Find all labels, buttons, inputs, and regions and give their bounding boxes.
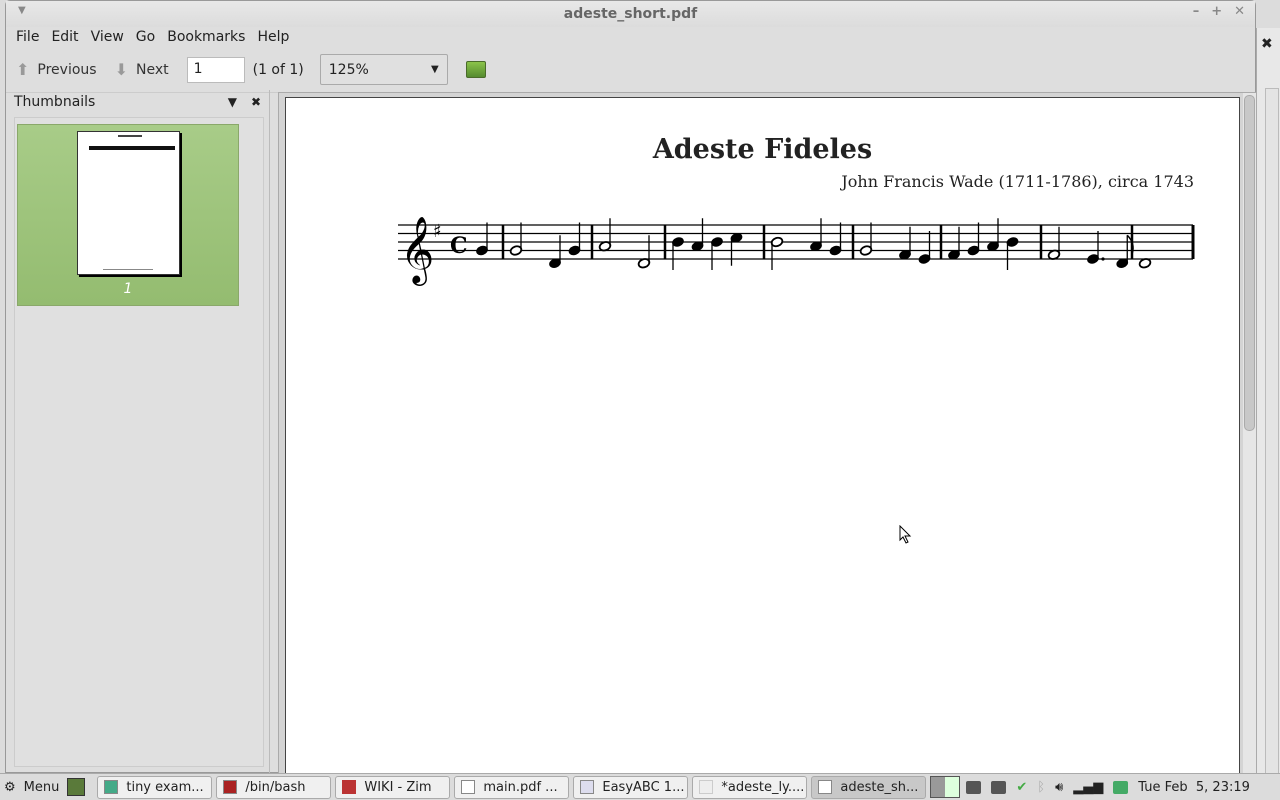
gear-icon: ⚙ xyxy=(4,779,16,795)
time-signature: C xyxy=(450,233,468,259)
previous-button[interactable]: ⬆ Previous xyxy=(16,60,97,79)
window-menu-icon[interactable]: ▼ xyxy=(18,5,26,16)
menu-label: Menu xyxy=(23,779,60,795)
background-window: ✖ xyxy=(1256,28,1280,788)
thumbnail-label: 1 xyxy=(123,281,133,297)
window-icon xyxy=(580,780,595,794)
network-icon[interactable]: ▂▄▆ xyxy=(1073,780,1103,795)
volume-icon[interactable]: 🔊︎ xyxy=(1055,780,1063,795)
menu-bar: File Edit View Go Bookmarks Help xyxy=(6,27,1255,47)
close-icon[interactable]: ✕ xyxy=(1234,4,1245,19)
pdf-viewer-window: ▼ adeste_short.pdf – + ✕ File Edit View Go… xyxy=(5,0,1256,787)
window-title: adeste_short.pdf xyxy=(563,6,698,22)
dot xyxy=(1101,257,1105,261)
treble-clef: 𝄞 xyxy=(400,215,434,286)
previous-label: Previous xyxy=(37,61,97,78)
battery-icon[interactable] xyxy=(1113,780,1129,794)
dropbox-icon[interactable] xyxy=(966,780,982,794)
page-count: (1 of 1) xyxy=(252,61,304,78)
terminal-icon xyxy=(223,780,238,794)
task-editor[interactable]: *adeste_ly.... xyxy=(692,775,808,799)
shield-check-icon[interactable]: ✔ xyxy=(1016,780,1027,795)
menu-help[interactable]: Help xyxy=(251,27,295,47)
menu-go[interactable]: Go xyxy=(130,27,161,47)
menu-view[interactable]: View xyxy=(85,27,130,47)
document-icon xyxy=(818,780,833,794)
system-tray: ✔ ᛒ 🔊︎ ▂▄▆ Tue Feb 5, 23:19 xyxy=(966,780,1250,795)
task-label: tiny exam... xyxy=(126,779,204,795)
text-editor-icon xyxy=(699,780,714,794)
close-icon[interactable]: ✖ xyxy=(1261,36,1273,52)
task-label: adeste_sh... xyxy=(840,779,919,795)
task-zim[interactable]: WIKI - Zim xyxy=(335,775,451,799)
thumbnail-page-1[interactable]: 1 xyxy=(17,124,239,306)
task-easyabc[interactable]: EasyABC 1... xyxy=(573,775,689,799)
vertical-scrollbar[interactable] xyxy=(1243,93,1256,775)
document-icon xyxy=(461,780,476,794)
next-label: Next xyxy=(135,61,169,78)
zim-icon xyxy=(342,780,357,794)
task-label: /bin/bash xyxy=(245,779,306,795)
start-menu-button[interactable]: ⚙ Menu xyxy=(4,780,59,795)
title-bar: ▼ adeste_short.pdf – + ✕ xyxy=(6,1,1255,27)
sidebar-title[interactable]: Thumbnails xyxy=(14,94,95,110)
close-sidebar-icon[interactable]: ✖ xyxy=(251,95,261,109)
task-label: EasyABC 1... xyxy=(602,779,685,795)
scrollbar[interactable] xyxy=(1265,88,1279,788)
key-signature-sharp: ♯ xyxy=(433,221,442,242)
thumbnail-list: 1 xyxy=(14,117,264,767)
thumbnail-image xyxy=(77,131,180,275)
toolbar: ⬆ Previous ⬇ Next 1 (1 of 1) 125% ▼ xyxy=(6,47,1255,93)
task-adeste-pdf[interactable]: adeste_sh... xyxy=(811,775,927,799)
show-desktop-icon[interactable] xyxy=(67,778,86,796)
task-label: WIKI - Zim xyxy=(364,779,432,795)
arrow-up-icon: ⬆ xyxy=(16,60,30,79)
maximize-icon[interactable]: + xyxy=(1211,4,1222,19)
chevron-down-icon: ▼ xyxy=(431,64,439,75)
task-label: *adeste_ly.... xyxy=(721,779,805,795)
next-button[interactable]: ⬇ Next xyxy=(115,60,169,79)
clock[interactable]: Tue Feb 5, 23:19 xyxy=(1138,780,1250,795)
mouse-cursor-icon xyxy=(899,525,912,544)
open-folder-icon[interactable] xyxy=(465,61,486,78)
minimize-icon[interactable]: – xyxy=(1193,4,1200,19)
arrow-down-icon: ⬇ xyxy=(114,60,128,79)
page-number-input[interactable]: 1 xyxy=(186,56,245,83)
workspace-switcher[interactable] xyxy=(930,776,961,798)
task-main-pdf[interactable]: main.pdf ... xyxy=(454,775,570,799)
document-view[interactable]: Adeste Fideles John Francis Wade (1711-1… xyxy=(278,92,1256,787)
chevron-down-icon[interactable]: ▼ xyxy=(228,95,237,109)
scrollbar-thumb[interactable] xyxy=(1244,95,1255,431)
task-label: main.pdf ... xyxy=(483,779,558,795)
task-chrome[interactable]: tiny exam... xyxy=(97,775,213,799)
taskbar: ⚙ Menu tiny exam... /bin/bash WIKI - Zim … xyxy=(0,773,1280,800)
sidebar: Thumbnails ▼ ✖ 1 xyxy=(6,90,270,774)
menu-edit[interactable]: Edit xyxy=(45,27,84,47)
caffeine-icon[interactable] xyxy=(991,780,1007,794)
zoom-select[interactable]: 125% ▼ xyxy=(319,54,448,85)
music-staff: 𝄞♯ C xyxy=(398,215,1195,286)
menu-bookmarks[interactable]: Bookmarks xyxy=(161,27,251,47)
bluetooth-icon[interactable]: ᛒ xyxy=(1037,780,1045,795)
menu-file[interactable]: File xyxy=(10,27,45,47)
zoom-value: 125% xyxy=(328,61,369,78)
pdf-page: Adeste Fideles John Francis Wade (1711-1… xyxy=(285,97,1240,787)
task-terminal[interactable]: /bin/bash xyxy=(216,775,332,799)
chrome-icon xyxy=(104,780,119,794)
sidebar-header: Thumbnails ▼ ✖ xyxy=(6,90,269,114)
